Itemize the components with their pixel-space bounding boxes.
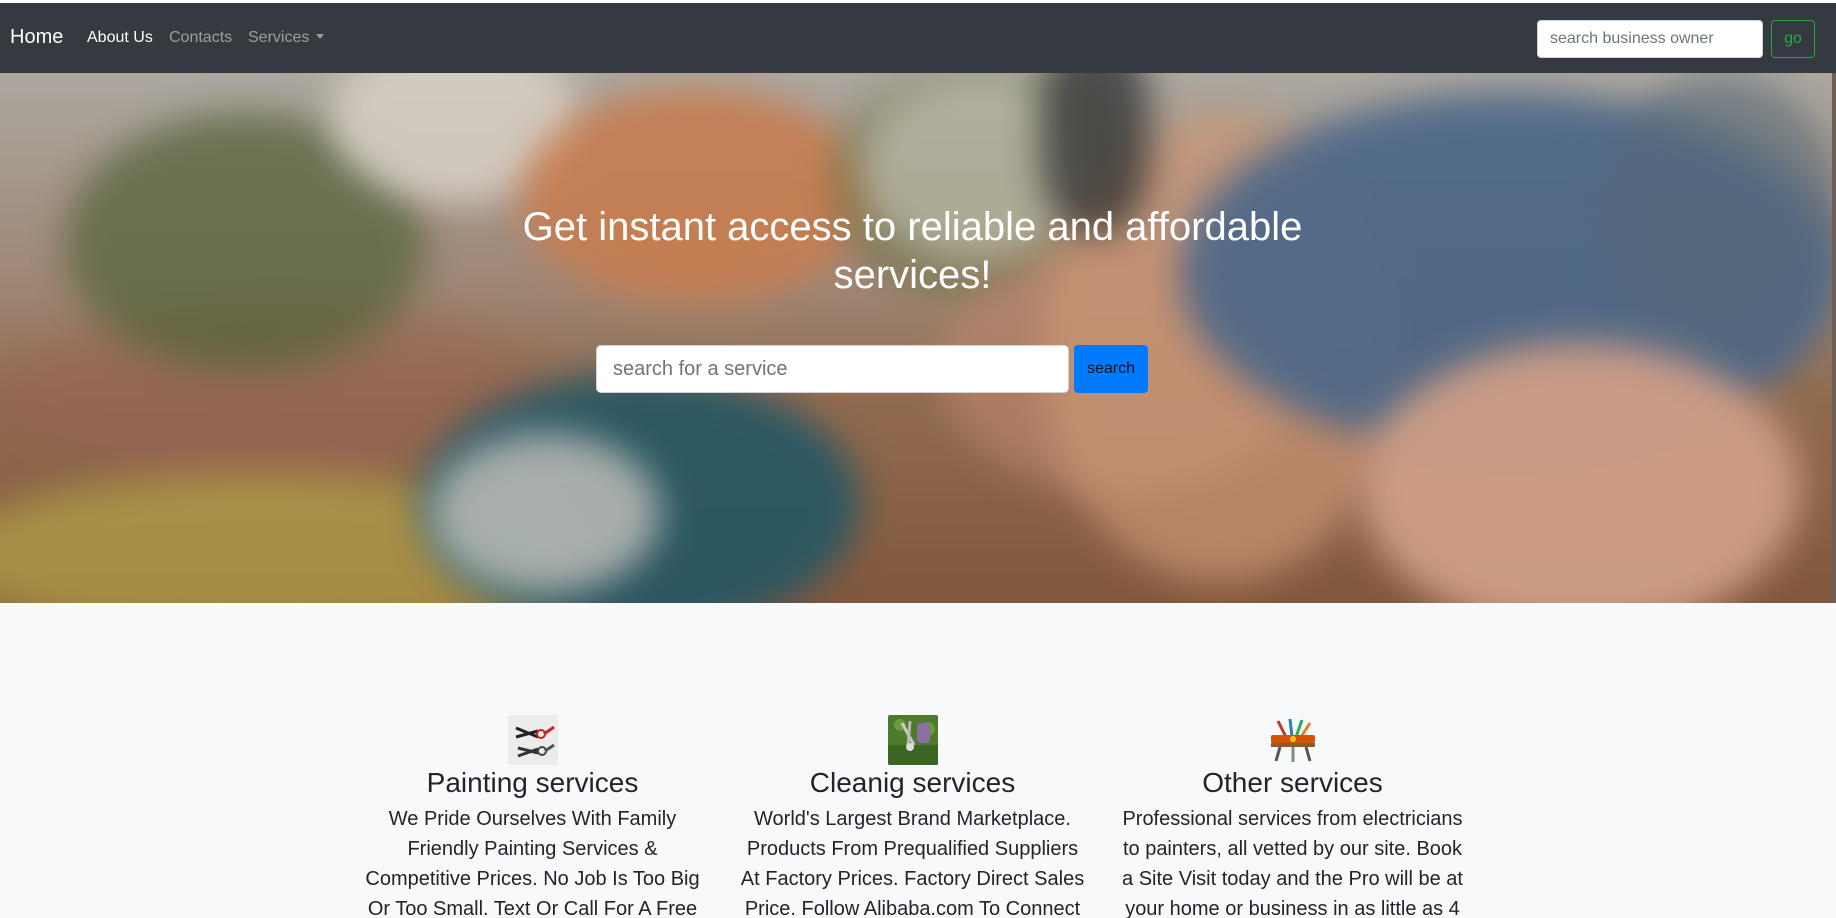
caret-down-icon	[316, 34, 325, 39]
navbar: Home About Us Contacts Services go	[0, 3, 1836, 73]
toolbox-icon	[1267, 715, 1318, 765]
services-section: Painting services We Pride Ourselves Wit…	[0, 603, 1836, 918]
service-title: Cleanig services	[809, 767, 1016, 798]
nav-link-services[interactable]: Services	[248, 29, 325, 47]
nav-link-contacts[interactable]: Contacts	[169, 29, 232, 47]
service-title: Painting services	[426, 767, 639, 798]
service-card-painting: Painting services We Pride Ourselves Wit…	[360, 715, 705, 918]
hero-banner: Get instant access to reliable and affor…	[0, 73, 1832, 603]
hero-title: Get instant access to reliable and affor…	[522, 205, 1303, 297]
service-search-button[interactable]: search	[1074, 345, 1148, 393]
service-description: We Pride Ourselves With Family Friendly …	[365, 808, 700, 918]
service-search-input[interactable]	[596, 345, 1069, 393]
service-description: World's Largest Brand Marketplace. Produ…	[740, 808, 1085, 918]
brand-home-link[interactable]: Home	[10, 26, 63, 49]
pliers-tools-icon	[507, 715, 558, 765]
service-description: Professional services from electricians …	[1122, 808, 1463, 918]
service-card-cleaning: Cleanig services World's Largest Brand M…	[740, 715, 1085, 918]
service-title: Other services	[1202, 767, 1383, 798]
nav-link-services-label: Services	[248, 29, 310, 46]
page-scrollbar[interactable]	[1832, 73, 1836, 603]
go-button[interactable]: go	[1771, 20, 1815, 58]
nav-link-about-us[interactable]: About Us	[87, 29, 153, 47]
garden-shears-icon	[887, 715, 938, 765]
service-card-other: Other services Professional services fro…	[1120, 715, 1465, 918]
owner-search-input[interactable]	[1537, 20, 1763, 58]
